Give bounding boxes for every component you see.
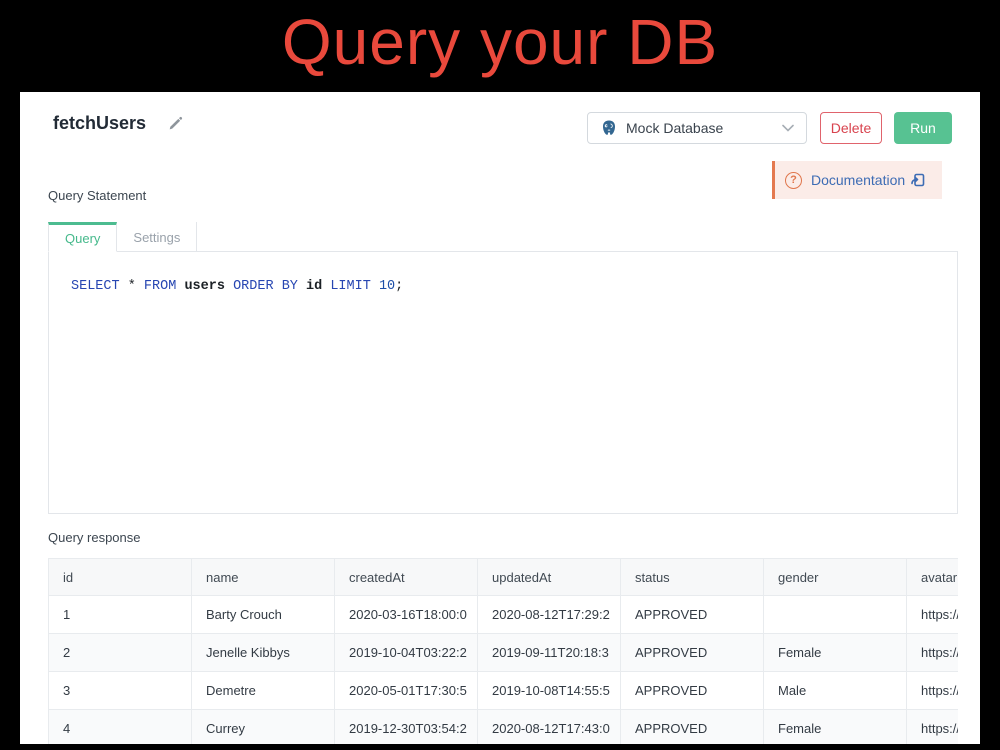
delete-button[interactable]: Delete: [820, 112, 882, 144]
table-cell: 3: [49, 672, 192, 710]
documentation-link[interactable]: Documentation: [811, 172, 905, 188]
table-cell: https://: [907, 672, 959, 710]
sql-token: *: [120, 279, 144, 294]
table-cell: 2019-09-11T20:18:3: [478, 634, 621, 672]
column-header-createdAt: createdAt: [335, 559, 478, 596]
sql-token: LIMIT: [330, 279, 371, 294]
tab-settings[interactable]: Settings: [117, 222, 197, 252]
column-header-status: status: [621, 559, 764, 596]
editor-tabs: Query Settings: [48, 222, 958, 252]
help-icon: ?: [785, 172, 802, 189]
table-cell: Jenelle Kibbys: [192, 634, 335, 672]
database-selector[interactable]: Mock Database: [587, 112, 807, 144]
table-cell: https://: [907, 596, 959, 634]
column-header-updatedAt: updatedAt: [478, 559, 621, 596]
table-row: 4Currey2019-12-30T03:54:22020-08-12T17:4…: [49, 710, 959, 745]
table-cell: https://: [907, 634, 959, 672]
table-cell: 2020-08-12T17:29:2: [478, 596, 621, 634]
table-cell: 2019-10-08T14:55:5: [478, 672, 621, 710]
sql-code-line: SELECT * FROM users ORDER BY id LIMIT 10…: [71, 278, 403, 296]
table-header-row: idnamecreatedAtupdatedAtstatusgenderavat…: [49, 559, 959, 596]
table-cell: Female: [764, 710, 907, 745]
table-cell: 4: [49, 710, 192, 745]
query-name: fetchUsers: [53, 113, 146, 134]
table-cell: Male: [764, 672, 907, 710]
table-cell: 2019-10-04T03:22:2: [335, 634, 478, 672]
table-cell: APPROVED: [621, 672, 764, 710]
sql-token: users: [184, 279, 225, 294]
sql-editor[interactable]: SELECT * FROM users ORDER BY id LIMIT 10…: [48, 252, 958, 514]
column-header-avatar: avatar: [907, 559, 959, 596]
postgresql-icon: [600, 119, 618, 137]
response-table: idnamecreatedAtupdatedAtstatusgenderavat…: [48, 558, 958, 744]
database-selector-value: Mock Database: [626, 120, 723, 136]
table-cell: 2020-08-12T17:43:0: [478, 710, 621, 745]
sql-token: ORDER: [233, 279, 274, 294]
sql-token: [371, 279, 379, 294]
query-title-row: fetchUsers: [53, 108, 183, 138]
table-cell: 2019-12-30T03:54:2: [335, 710, 478, 745]
page-title: Query your DB: [0, 6, 1000, 78]
sql-token: FROM: [144, 279, 176, 294]
column-header-gender: gender: [764, 559, 907, 596]
table-cell: Demetre: [192, 672, 335, 710]
table-cell: 1: [49, 596, 192, 634]
page-background: Query your DB fetchUsers Mock Database: [0, 0, 1000, 750]
sql-token: ;: [395, 279, 403, 294]
table-cell: https://: [907, 710, 959, 745]
table-cell: Currey: [192, 710, 335, 745]
open-documentation-icon: [911, 173, 925, 187]
table-cell: 2: [49, 634, 192, 672]
sql-token: id: [306, 279, 322, 294]
query-statement-label: Query Statement: [48, 188, 146, 203]
table-cell: APPROVED: [621, 634, 764, 672]
table-row: 1Barty Crouch2020-03-16T18:00:02020-08-1…: [49, 596, 959, 634]
table-cell: APPROVED: [621, 596, 764, 634]
table-row: 2Jenelle Kibbys2019-10-04T03:22:22019-09…: [49, 634, 959, 672]
documentation-banner[interactable]: ? Documentation: [772, 161, 942, 199]
column-header-id: id: [49, 559, 192, 596]
table-cell: 2020-05-01T17:30:5: [335, 672, 478, 710]
table-cell: 2020-03-16T18:00:0: [335, 596, 478, 634]
sql-token: [298, 279, 306, 294]
sql-token: 10: [379, 279, 395, 294]
pencil-icon[interactable]: [168, 116, 183, 131]
table-cell: Barty Crouch: [192, 596, 335, 634]
chevron-down-icon: [782, 124, 794, 132]
sql-token: [274, 279, 282, 294]
response-table-container[interactable]: idnamecreatedAtupdatedAtstatusgenderavat…: [48, 558, 958, 744]
run-button[interactable]: Run: [894, 112, 952, 144]
query-editor-panel: fetchUsers Mock Database Delete Run: [20, 92, 980, 744]
sql-token: SELECT: [71, 279, 120, 294]
sql-token: [225, 279, 233, 294]
table-cell: [764, 596, 907, 634]
tab-query[interactable]: Query: [48, 222, 117, 252]
table-row: 3Demetre2020-05-01T17:30:52019-10-08T14:…: [49, 672, 959, 710]
column-header-name: name: [192, 559, 335, 596]
sql-token: BY: [282, 279, 298, 294]
table-cell: APPROVED: [621, 710, 764, 745]
table-cell: Female: [764, 634, 907, 672]
query-response-label: Query response: [48, 530, 141, 545]
